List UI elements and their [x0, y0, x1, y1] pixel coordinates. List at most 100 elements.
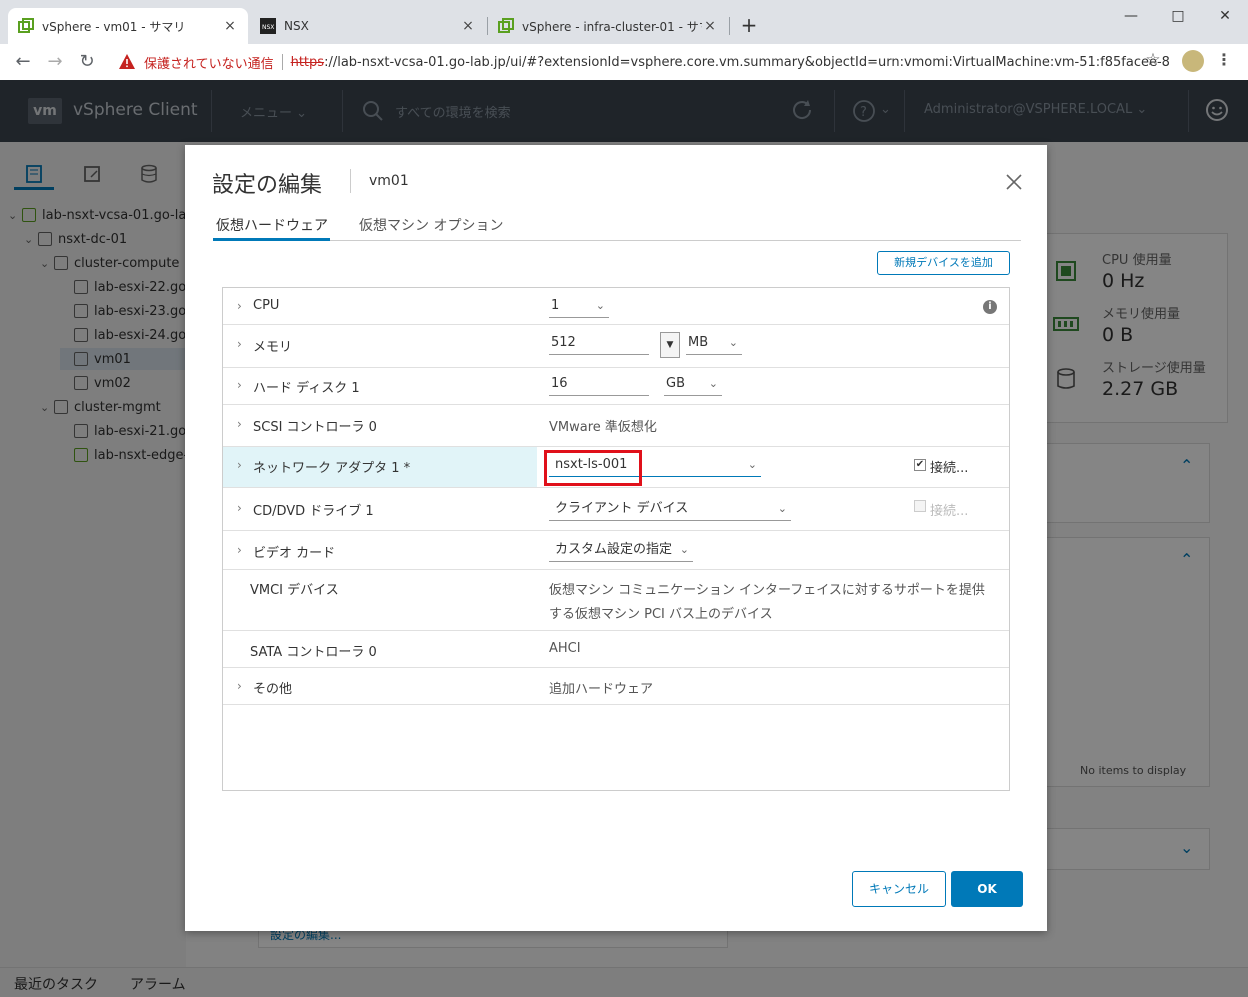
vmci-description-line1: 仮想マシン コミュニケーション インターフェイスに対するサポートを提供: [549, 583, 985, 598]
dialog-title: 設定の編集: [212, 173, 323, 198]
memory-size-input[interactable]: 512: [549, 333, 649, 355]
dialog-subtitle: vm01: [369, 173, 409, 189]
virtual-hardware-table: › CPU 1 ⌄ i › メモリ 512 ▼ MB ⌄ › ハード ディスク 1 …: [222, 287, 1010, 791]
security-warning-text: 保護されていない通信: [144, 56, 274, 72]
chevron-down-icon: ⌄: [708, 377, 718, 390]
disk-unit-value: GB: [666, 376, 685, 391]
bookmark-star-icon[interactable]: ☆: [1143, 50, 1163, 70]
network-connect-checkbox[interactable]: ✔: [914, 459, 926, 471]
hw-row-hard-disk: › ハード ディスク 1 16 GB ⌄: [223, 368, 1009, 405]
memory-preset-dropdown[interactable]: ▼: [660, 332, 680, 358]
tab-close-icon[interactable]: ×: [460, 18, 476, 34]
hw-row-other: › その他 追加ハードウェア: [223, 668, 1009, 705]
tab-virtual-hardware[interactable]: 仮想ハードウェア: [216, 215, 328, 235]
chevron-right-icon[interactable]: ›: [237, 337, 242, 351]
forward-arrow-icon[interactable]: →: [42, 50, 68, 74]
profile-avatar[interactable]: [1182, 50, 1204, 72]
cancel-button[interactable]: キャンセル: [852, 871, 946, 907]
window-close-icon[interactable]: ✕: [1214, 6, 1236, 26]
warning-triangle-icon: [119, 54, 135, 69]
browser-tab-title: vSphere - vm01 - サマリ: [42, 19, 186, 34]
chevron-right-icon[interactable]: ›: [237, 299, 242, 313]
chevron-down-icon: ⌄: [747, 458, 757, 471]
add-new-device-button[interactable]: 新規デバイスを追加: [877, 251, 1010, 275]
url-text: ://lab-nsxt-vcsa-01.go-lab.jp/ui/#?exten…: [324, 54, 1170, 70]
cdrom-value: クライアント デバイス: [555, 501, 689, 516]
hw-row-memory: › メモリ 512 ▼ MB ⌄: [223, 325, 1009, 368]
chevron-right-icon[interactable]: ›: [237, 458, 242, 472]
omnibox-divider: [281, 54, 283, 70]
disk-unit-select[interactable]: GB ⌄: [664, 374, 722, 396]
ok-button[interactable]: OK: [951, 871, 1023, 907]
vsphere-favicon-icon: [498, 18, 514, 33]
disk-size-input[interactable]: 16: [549, 374, 649, 396]
close-icon[interactable]: [1003, 171, 1025, 193]
hw-label: SCSI コントローラ 0: [253, 420, 377, 435]
tab-divider: [729, 17, 730, 35]
back-arrow-icon[interactable]: ←: [10, 50, 36, 74]
chevron-right-icon[interactable]: ›: [237, 679, 242, 693]
new-tab-button[interactable]: +: [738, 14, 760, 36]
reload-icon[interactable]: ↻: [74, 50, 100, 74]
tab-close-icon[interactable]: ×: [222, 18, 238, 34]
edit-settings-dialog: 設定の編集 vm01 仮想ハードウェア 仮想マシン オプション 新規デバイスを追…: [185, 145, 1047, 931]
info-icon[interactable]: i: [983, 300, 997, 314]
browser-tabstrip: vSphere - vm01 - サマリ × NSX NSX × vSphere…: [0, 0, 1248, 44]
browser-tab-nsx[interactable]: NSX NSX ×: [250, 8, 486, 44]
cpu-count-select[interactable]: 1 ⌄: [549, 296, 609, 318]
svg-text:NSX: NSX: [262, 24, 274, 31]
chevron-down-icon: ⌄: [777, 502, 787, 515]
tab-close-icon[interactable]: ×: [702, 18, 718, 34]
hw-label: その他: [253, 682, 293, 697]
vmci-description-line2: する仮想マシン PCI バス上のデバイス: [549, 607, 773, 622]
browser-tab-title: NSX: [284, 19, 309, 33]
hw-label: CD/DVD ドライブ 1: [253, 504, 374, 519]
address-bar[interactable]: 保護されていない通信 https ://lab-nsxt-vcsa-01.go-…: [110, 48, 1170, 76]
chevron-right-icon[interactable]: ›: [237, 543, 242, 557]
hw-label: CPU: [253, 298, 280, 313]
chevron-down-icon: ⌄: [728, 336, 738, 349]
tab-vm-options[interactable]: 仮想マシン オプション: [359, 215, 503, 235]
network-connect-label: 接続...: [930, 461, 969, 476]
video-card-select[interactable]: カスタム設定の指定 ⌄: [549, 540, 693, 562]
memory-unit-value: MB: [688, 335, 709, 350]
cdrom-select[interactable]: クライアント デバイス ⌄: [549, 499, 791, 521]
hw-label: VMCI デバイス: [250, 583, 339, 598]
chevron-down-icon: ⌄: [679, 543, 689, 556]
hw-label: ネットワーク アダプタ 1 *: [253, 461, 411, 476]
vsphere-favicon-icon: [18, 18, 34, 33]
cdrom-connect-label: 接続...: [930, 504, 969, 519]
hw-row-scsi: › SCSI コントローラ 0 VMware 準仮想化: [223, 405, 1009, 447]
dialog-tabs: 仮想ハードウェア 仮想マシン オプション: [213, 213, 1021, 241]
browser-toolbar: ← → ↻ 保護されていない通信 https ://lab-nsxt-vcsa-…: [0, 44, 1248, 80]
scsi-type-value: VMware 準仮想化: [549, 420, 657, 435]
sata-type-value: AHCI: [549, 641, 581, 656]
hw-row-cdrom: › CD/DVD ドライブ 1 クライアント デバイス ⌄ 接続...: [223, 488, 1009, 531]
browser-menu-icon[interactable]: ⋮: [1216, 50, 1232, 69]
cpu-count-value: 1: [551, 298, 560, 313]
hw-row-vmci: VMCI デバイス 仮想マシン コミュニケーション インターフェイスに対するサポ…: [223, 570, 1009, 631]
browser-chrome: vSphere - vm01 - サマリ × NSX NSX × vSphere…: [0, 0, 1248, 80]
browser-tab-infra-cluster[interactable]: vSphere - infra-cluster-01 - サマリ ×: [488, 8, 728, 44]
browser-tab-title: vSphere - infra-cluster-01 - サマリ: [522, 19, 702, 34]
chevron-right-icon[interactable]: ›: [237, 501, 242, 515]
video-card-value: カスタム設定の指定: [555, 542, 673, 557]
chevron-right-icon[interactable]: ›: [237, 417, 242, 431]
hw-row-cpu: › CPU 1 ⌄ i: [223, 288, 1009, 325]
minimize-icon[interactable]: —: [1120, 6, 1142, 26]
hw-row-video-card: › ビデオ カード カスタム設定の指定 ⌄: [223, 531, 1009, 570]
memory-unit-select[interactable]: MB ⌄: [686, 333, 742, 355]
cdrom-connect-checkbox[interactable]: [914, 500, 926, 512]
hw-label: ビデオ カード: [253, 546, 336, 561]
browser-tab-vm01[interactable]: vSphere - vm01 - サマリ ×: [8, 8, 248, 44]
active-tab-underline: [213, 238, 330, 241]
hw-row-sata: SATA コントローラ 0 AHCI: [223, 631, 1009, 668]
maximize-icon[interactable]: □: [1167, 6, 1189, 26]
hw-label: SATA コントローラ 0: [250, 645, 377, 660]
url-scheme: https: [290, 54, 325, 70]
hw-label: ハード ディスク 1: [253, 381, 360, 396]
chevron-right-icon[interactable]: ›: [237, 378, 242, 392]
title-divider: [350, 169, 351, 193]
other-hardware-value: 追加ハードウェア: [549, 682, 654, 697]
chevron-down-icon: ⌄: [595, 299, 605, 312]
